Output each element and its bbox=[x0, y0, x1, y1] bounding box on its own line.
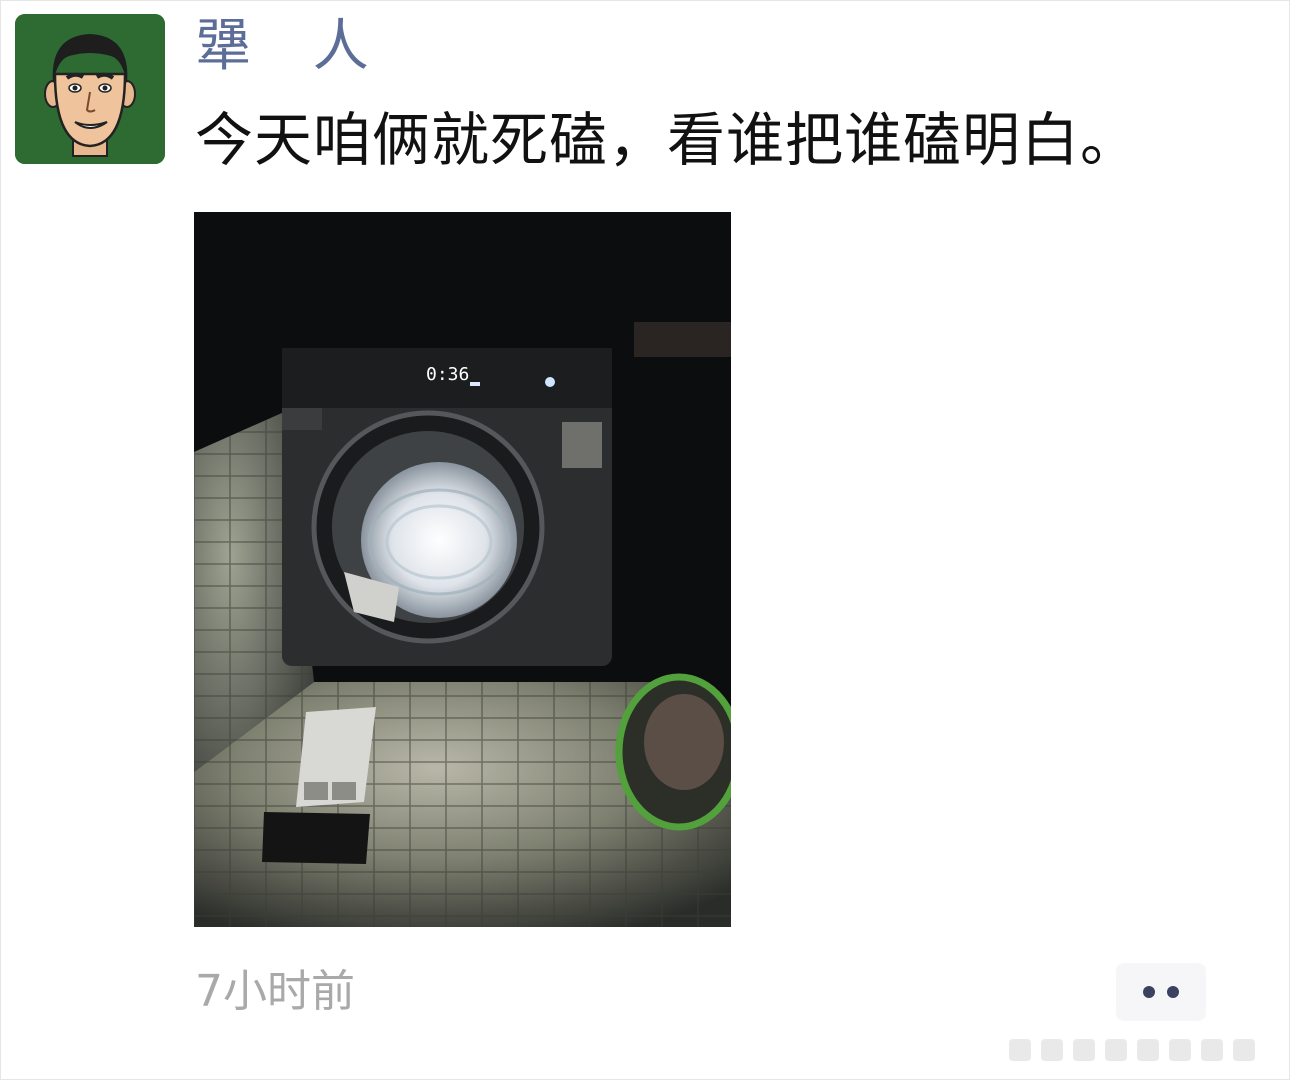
moments-post: 犟 人 今天咱俩就死磕，看谁把谁磕明白。 0:36 7小时前 bbox=[0, 0, 1290, 1080]
dot-icon bbox=[1167, 986, 1179, 998]
avatar[interactable] bbox=[15, 14, 165, 164]
cartoon-man-avatar-icon bbox=[15, 14, 165, 164]
dot-icon bbox=[1143, 986, 1155, 998]
post-timestamp: 7小时前 bbox=[195, 966, 355, 1017]
washing-machine-photo: 0:36 bbox=[194, 212, 731, 927]
author-name[interactable]: 犟 人 bbox=[195, 15, 391, 79]
more-button[interactable] bbox=[1116, 963, 1206, 1021]
watermark bbox=[1001, 1033, 1281, 1067]
post-photo[interactable]: 0:36 bbox=[194, 212, 731, 927]
svg-text:0:36: 0:36 bbox=[426, 364, 469, 385]
post-text: 今天咱俩就死磕，看谁把谁磕明白。 bbox=[195, 106, 1140, 174]
